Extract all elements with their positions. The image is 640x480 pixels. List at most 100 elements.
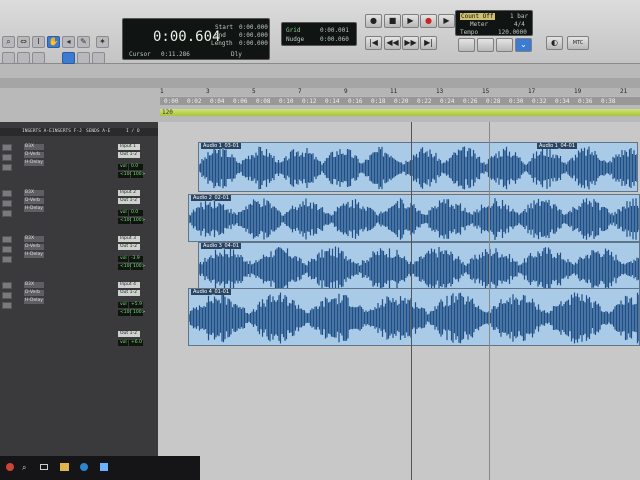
insert-slot[interactable]: D-Verb [24, 290, 44, 296]
track-rec-button[interactable] [2, 190, 12, 197]
master-vol-value[interactable]: +6.0 [129, 340, 143, 346]
volume-value[interactable]: +5.9 [129, 302, 143, 308]
volume-value[interactable]: 0.0 [129, 210, 143, 216]
pan-left[interactable]: <100 [118, 310, 132, 316]
audio-clip[interactable]: Audio 3_04-01 [198, 242, 640, 294]
track-mute-button[interactable] [2, 164, 12, 171]
volume-value[interactable]: -3.9 [129, 256, 143, 262]
mtc-button[interactable]: MTC [567, 36, 589, 50]
pan-right[interactable]: 100> [131, 218, 145, 224]
master-output[interactable]: Out 1-2 [118, 331, 140, 337]
nudge-label[interactable]: Nudge [286, 36, 304, 43]
conductor-button[interactable] [458, 38, 475, 52]
store-icon[interactable] [100, 463, 108, 471]
track-rec-button[interactable] [2, 236, 12, 243]
insert-slot[interactable]: B3X [24, 282, 44, 288]
trim-tool-icon[interactable]: ⇔ [17, 36, 30, 48]
output-selector[interactable]: Out 1-2 [118, 244, 140, 250]
start-value[interactable]: 0:00.000 [239, 24, 268, 31]
scrubber-tool-icon[interactable]: ◂ [62, 36, 75, 48]
explorer-icon[interactable] [60, 463, 69, 471]
mode-grid-icon[interactable] [62, 52, 75, 64]
pan-right[interactable]: 100> [131, 264, 145, 270]
pencil-tool-icon[interactable]: ✎ [77, 36, 90, 48]
fast-forward-button[interactable]: ▶▶ [402, 36, 419, 50]
input-selector[interactable]: Input 1 [118, 144, 140, 150]
pan-right[interactable]: 100> [131, 310, 145, 316]
output-selector[interactable]: Out 1-2 [118, 290, 140, 296]
tab-icon[interactable] [92, 52, 105, 64]
insert-slot[interactable]: B3X [24, 190, 44, 196]
track-solo-button[interactable] [2, 200, 12, 207]
online-toggle[interactable]: ◐ [546, 36, 563, 50]
dly-label[interactable]: Dly [231, 51, 242, 58]
stop-button[interactable]: ■ [384, 14, 401, 28]
min-sec-ruler[interactable]: 0:00 0:02 0:04 0:06 0:08 0:10 0:12 0:14 0:16 0:18… [160, 97, 640, 105]
bars-beats-ruler[interactable]: 1 3 5 7 9 11 13 15 17 19 21 [160, 88, 640, 96]
track-mute-button[interactable] [2, 256, 12, 263]
mode-slip-icon[interactable] [17, 52, 30, 64]
nudge-value[interactable]: 0:00.060 [320, 36, 349, 43]
play-button[interactable]: ▶ [402, 14, 419, 28]
tempo-ruler[interactable]: 120 [160, 109, 640, 116]
zoom-icon[interactable]: ⌕ [2, 36, 15, 48]
playhead[interactable] [411, 122, 412, 480]
audio-clip[interactable]: Audio 2_02-01 [188, 194, 640, 242]
input-selector[interactable]: Input 2 [118, 190, 140, 196]
length-value[interactable]: 0:00.000 [239, 40, 268, 47]
track-rec-button[interactable] [2, 282, 12, 289]
loop-button[interactable]: ▶ [438, 14, 455, 28]
volume-label[interactable]: vol [118, 164, 128, 170]
track-solo-button[interactable] [2, 292, 12, 299]
wait-for-note-button[interactable]: ⌄ [515, 38, 532, 52]
grid-value[interactable]: 0:00.001 [320, 27, 349, 34]
start-icon[interactable] [6, 463, 14, 471]
insert-slot[interactable]: D-Verb [24, 152, 44, 158]
search-icon[interactable]: ⌕ [22, 463, 26, 473]
insert-slot[interactable]: D-Verb [24, 244, 44, 250]
insert-slot[interactable]: B3X [24, 236, 44, 242]
online-button[interactable]: ● [365, 14, 382, 28]
grabber-tool-icon[interactable]: ✋ [47, 36, 60, 48]
insert-slot[interactable]: H-Delay [24, 252, 44, 258]
volume-label[interactable]: vol [118, 210, 128, 216]
insert-slot[interactable]: H-Delay [24, 160, 44, 166]
pan-left[interactable]: <100 [118, 172, 132, 178]
mode-spot-icon[interactable] [32, 52, 45, 64]
edit-window[interactable]: Audio 1_03-01 Audio 1_04-01 Audio 2_02-01 A… [158, 122, 640, 480]
track-mute-button[interactable] [2, 210, 12, 217]
audio-clip[interactable]: Audio 1_03-01 Audio 1_04-01 [198, 142, 638, 192]
output-selector[interactable]: Out 1-2 [118, 152, 140, 158]
pan-right[interactable]: 100> [131, 172, 145, 178]
return-to-zero-button[interactable]: |◀ [365, 36, 382, 50]
audio-clip[interactable]: Audio 4_01-01 [188, 288, 640, 346]
track-mute-button[interactable] [2, 302, 12, 309]
go-to-end-button[interactable]: ▶| [420, 36, 437, 50]
smart-tool-icon[interactable]: ✦ [96, 36, 109, 48]
insert-slot[interactable]: H-Delay [24, 298, 44, 304]
rewind-button[interactable]: ◀◀ [384, 36, 401, 50]
output-selector[interactable]: Out 1-2 [118, 198, 140, 204]
count-off-label[interactable]: Count Off [460, 13, 495, 20]
link-icon[interactable] [77, 52, 90, 64]
input-selector[interactable]: Input 3 [118, 236, 140, 242]
metronome-button[interactable] [477, 38, 494, 52]
record-button[interactable]: ● [420, 14, 437, 28]
end-value[interactable]: 0:00.000 [239, 32, 268, 39]
track-solo-button[interactable] [2, 154, 12, 161]
insert-slot[interactable]: H-Delay [24, 206, 44, 212]
tempo-value[interactable]: 120.0000 [498, 29, 527, 36]
pan-left[interactable]: <100 [118, 218, 132, 224]
grid-label[interactable]: Grid [286, 27, 300, 34]
track-solo-button[interactable] [2, 246, 12, 253]
volume-value[interactable]: 0.0 [129, 164, 143, 170]
input-selector[interactable]: Input 4 [118, 282, 140, 288]
edge-icon[interactable] [80, 463, 88, 471]
taskview-icon[interactable] [40, 464, 48, 470]
mode-shuffle-icon[interactable] [2, 52, 15, 64]
pan-left[interactable]: <100 [118, 264, 132, 270]
selector-tool-icon[interactable]: I [32, 36, 45, 48]
insert-slot[interactable]: B3X [24, 144, 44, 150]
volume-label[interactable]: vol [118, 302, 128, 308]
midi-merge-button[interactable] [496, 38, 513, 52]
